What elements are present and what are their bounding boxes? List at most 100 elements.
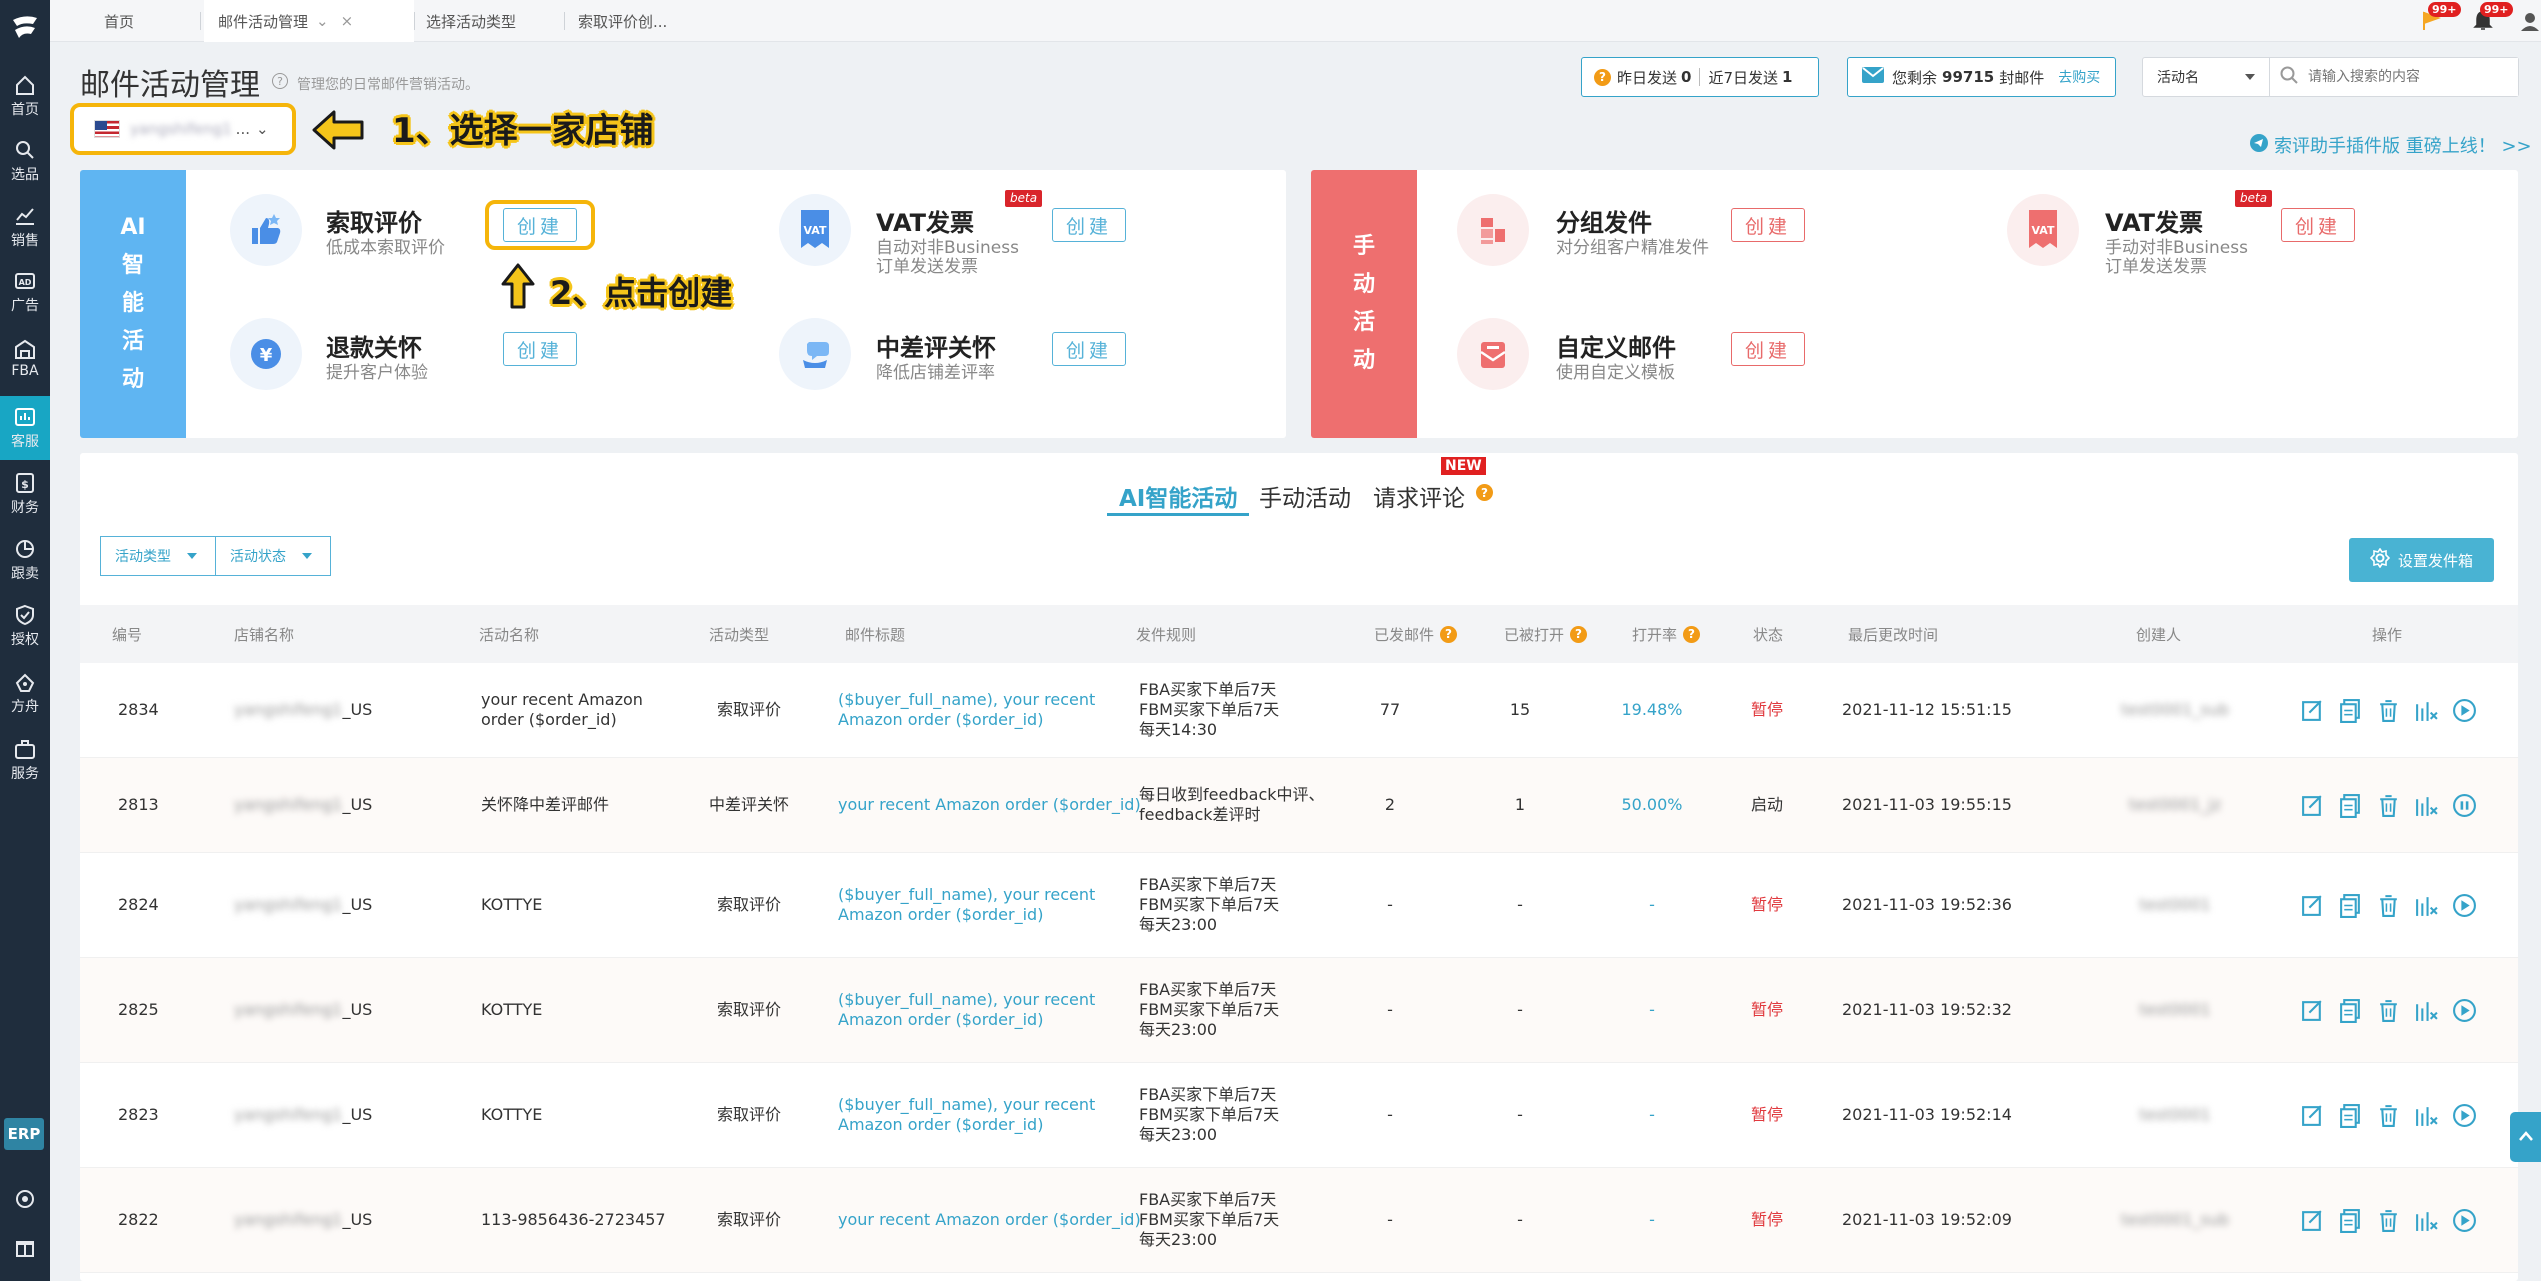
sidebar-item-5[interactable]: 客服: [0, 396, 50, 460]
chevron-down-icon[interactable]: ⌄: [316, 12, 329, 30]
edit-icon[interactable]: [2300, 998, 2325, 1023]
activity-type-filter[interactable]: 活动类型: [100, 536, 216, 576]
sidebar-item-10[interactable]: 服务: [0, 728, 50, 792]
sidebar-item-3[interactable]: AD 广告: [0, 260, 50, 324]
create-refund-button[interactable]: 创建: [503, 332, 577, 366]
pause-icon[interactable]: [2452, 793, 2477, 818]
table-header: 编号 店铺名称 活动名称 活动类型 邮件标题 发件规则 已发邮件? 已被打开? …: [80, 605, 2518, 663]
delete-icon[interactable]: [2376, 1103, 2401, 1128]
delete-icon[interactable]: [2376, 793, 2401, 818]
scroll-to-top-button[interactable]: [2510, 1112, 2541, 1162]
stats-icon[interactable]: [2414, 998, 2439, 1023]
row-actions: [2300, 853, 2477, 957]
delete-icon[interactable]: [2376, 998, 2401, 1023]
create-group-send-button[interactable]: 创建: [1731, 208, 1805, 242]
sidebar-item-0[interactable]: 首页: [0, 64, 50, 128]
sidebar-item-6[interactable]: $ 财务: [0, 462, 50, 526]
cell-subject[interactable]: ($buyer_full_name), your recent Amazon o…: [838, 853, 1095, 957]
cell-subject[interactable]: ($buyer_full_name), your recent Amazon o…: [838, 1063, 1095, 1167]
copy-icon[interactable]: [2338, 1103, 2363, 1128]
tab-review-create[interactable]: 索取评价创...: [564, 0, 724, 42]
edit-icon[interactable]: [2300, 1103, 2325, 1128]
bell-icon[interactable]: 99+: [2468, 2, 2513, 36]
cell-rate[interactable]: -: [1612, 853, 1692, 957]
sidebar-item-4[interactable]: FBA: [0, 326, 50, 390]
delete-icon[interactable]: [2376, 698, 2401, 723]
tab-ai-activities[interactable]: AI智能活动: [1119, 479, 1237, 513]
edit-icon[interactable]: [2300, 893, 2325, 918]
create-review-care-button[interactable]: 创建: [1052, 332, 1126, 366]
play-icon[interactable]: [2452, 893, 2477, 918]
edit-icon[interactable]: [2300, 793, 2325, 818]
cell-subject[interactable]: ($buyer_full_name), your recent Amazon o…: [838, 958, 1095, 1062]
question-icon[interactable]: ?: [1683, 625, 1701, 643]
tab-select-type[interactable]: 选择活动类型: [412, 0, 562, 42]
create-review-button[interactable]: 创建: [503, 208, 577, 242]
cell-subject[interactable]: ($buyer_full_name), your recent Amazon o…: [838, 663, 1095, 757]
cell-rate[interactable]: -: [1612, 1063, 1692, 1167]
activity-desc: 提升客户体验: [326, 363, 428, 383]
copy-icon[interactable]: [2338, 1208, 2363, 1233]
copy-icon[interactable]: [2338, 793, 2363, 818]
stats-icon[interactable]: [2414, 1208, 2439, 1233]
help-icon[interactable]: ?: [272, 73, 288, 89]
promo-link[interactable]: 索评助手插件版 重磅上线！ >>: [2250, 132, 2532, 158]
search-field-select[interactable]: 活动名: [2143, 58, 2270, 96]
sidebar-item-1[interactable]: 选品: [0, 129, 50, 193]
play-icon[interactable]: [2452, 698, 2477, 723]
sidebar-item-7[interactable]: 跟卖: [0, 528, 50, 592]
question-icon[interactable]: ?: [1594, 68, 1611, 86]
activity-status-filter[interactable]: 活动状态: [215, 536, 331, 576]
copy-icon[interactable]: [2338, 893, 2363, 918]
app-logo[interactable]: [8, 8, 42, 48]
cell-rate[interactable]: 50.00%: [1612, 758, 1692, 852]
cell-rate[interactable]: 19.48%: [1612, 663, 1692, 757]
activity-desc: 低成本索取评价: [326, 238, 445, 258]
delete-icon[interactable]: [2376, 893, 2401, 918]
tab-manual-activities[interactable]: 手动活动: [1259, 479, 1351, 513]
edit-icon[interactable]: [2300, 1208, 2325, 1233]
question-icon[interactable]: ?: [1476, 484, 1493, 501]
buy-link[interactable]: 去购买: [2058, 67, 2100, 87]
create-custom-mail-button[interactable]: 创建: [1731, 332, 1805, 366]
stats-icon[interactable]: [2414, 1103, 2439, 1128]
copy-icon[interactable]: [2338, 998, 2363, 1023]
sidebar-item-2[interactable]: 销售: [0, 195, 50, 259]
play-icon[interactable]: [2452, 1103, 2477, 1128]
copy-icon[interactable]: [2338, 698, 2363, 723]
question-icon[interactable]: ?: [1440, 625, 1458, 643]
create-vat-button[interactable]: 创建: [1052, 208, 1126, 242]
delete-icon[interactable]: [2376, 1208, 2401, 1233]
close-icon[interactable]: ×: [341, 12, 354, 30]
question-icon[interactable]: ?: [1570, 625, 1588, 643]
sidebar-item-label: 首页: [11, 101, 39, 118]
gift-icon[interactable]: [12, 1234, 38, 1260]
cell-rate[interactable]: -: [1612, 958, 1692, 1062]
create-manual-vat-button[interactable]: 创建: [2281, 208, 2355, 242]
cell-name: KOTTYE: [481, 853, 542, 957]
store-select[interactable]: yangshifeng1 ... ⌄: [70, 103, 296, 155]
play-icon[interactable]: [2452, 998, 2477, 1023]
tab-mail-campaigns[interactable]: 邮件活动管理 ⌄ ×: [204, 0, 414, 42]
sidebar-item-label: 广告: [11, 297, 39, 314]
cell-subject[interactable]: your recent Amazon order ($order_id): [838, 758, 1141, 852]
stats-icon[interactable]: [2414, 793, 2439, 818]
cell-rate[interactable]: -: [1612, 1168, 1692, 1272]
user-avatar-icon[interactable]: [2515, 6, 2541, 36]
stats-icon[interactable]: [2414, 893, 2439, 918]
stats-icon[interactable]: [2414, 698, 2439, 723]
band-char: AI: [120, 215, 146, 240]
cell-store-text: yangshifeng1: [234, 700, 343, 719]
pie-icon: [14, 538, 36, 560]
play-icon[interactable]: [2452, 1208, 2477, 1233]
support-icon[interactable]: [12, 1186, 38, 1212]
cell-subject[interactable]: your recent Amazon order ($order_id): [838, 1168, 1141, 1272]
edit-icon[interactable]: [2300, 698, 2325, 723]
erp-button[interactable]: ERP: [4, 1118, 44, 1150]
search-input[interactable]: [2298, 58, 2518, 96]
sidebar-item-9[interactable]: 方舟: [0, 661, 50, 725]
set-sender-button[interactable]: 设置发件箱: [2349, 538, 2494, 582]
sidebar-item-8[interactable]: 授权: [0, 594, 50, 658]
tab-review-requests[interactable]: 请求评论: [1373, 479, 1465, 513]
flag-notification-icon[interactable]: 99+: [2416, 2, 2461, 36]
